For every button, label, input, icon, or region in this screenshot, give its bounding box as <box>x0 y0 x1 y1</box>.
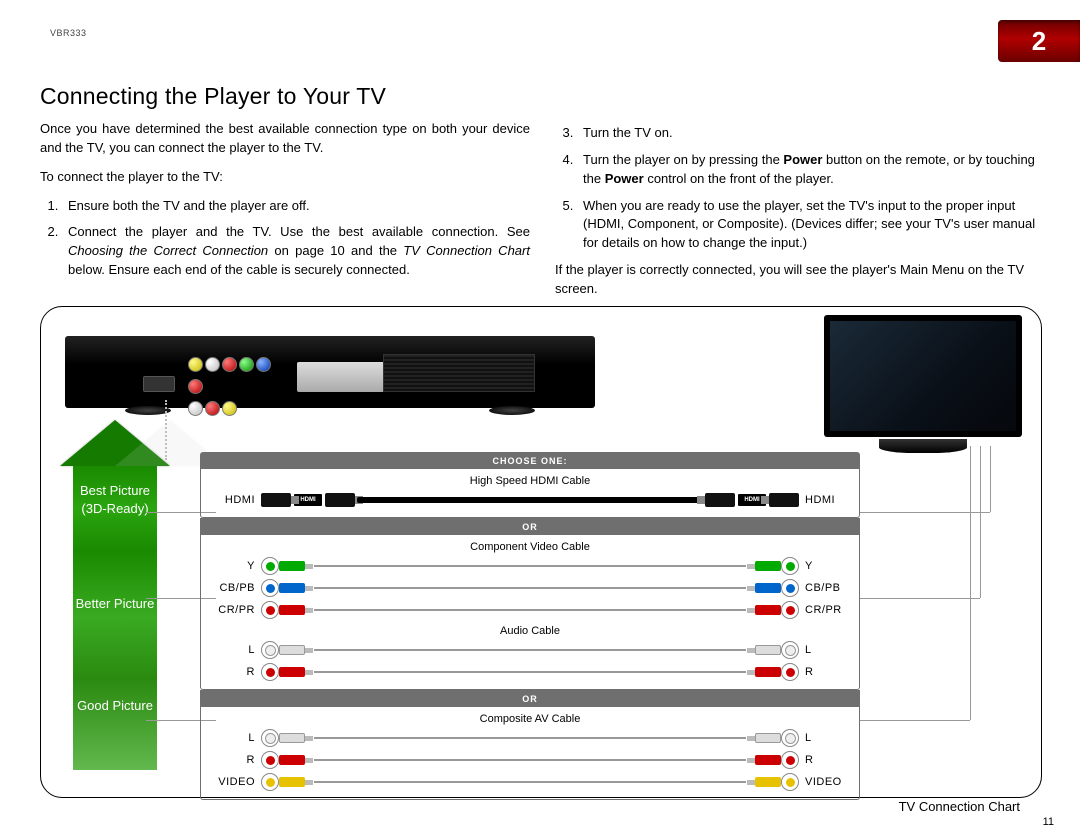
or-bar: OR <box>200 518 860 535</box>
hdmi-plug-icon <box>705 493 735 507</box>
intro-text: Once you have determined the best availa… <box>40 120 530 158</box>
port-r-icon <box>781 663 799 681</box>
port-r-icon <box>261 751 279 769</box>
or-bar: OR <box>200 690 860 707</box>
lead-text: To connect the player to the TV: <box>40 168 530 187</box>
port-video-icon <box>261 773 279 791</box>
rca-plug-green-icon <box>279 561 313 571</box>
port-y-icon <box>261 557 279 575</box>
right-column: Turn the TV on. Turn the player on by pr… <box>555 120 1040 309</box>
rca-plug-white-icon <box>279 733 313 743</box>
composite-box: Composite AV Cable L L R R VIDEO <box>200 707 860 800</box>
arrow-best: Best Picture (3D-Ready) <box>73 482 157 517</box>
port-crpr-icon <box>781 601 799 619</box>
port-r-icon <box>261 663 279 681</box>
player-vent-icon <box>383 354 535 392</box>
hdmi-label-right: HDMI <box>799 494 855 506</box>
rca-plug-white-icon <box>747 733 781 743</box>
rca-plug-yellow-icon <box>279 777 313 787</box>
choose-one-bar: CHOOSE ONE: <box>200 452 860 469</box>
rca-plug-red-icon <box>747 605 781 615</box>
rca-plug-red-icon <box>747 667 781 677</box>
connector-line <box>860 598 980 599</box>
port-r-icon <box>781 751 799 769</box>
connector-line <box>980 446 981 598</box>
closing-text: If the player is correctly connected, yo… <box>555 261 1040 299</box>
player-foot <box>489 406 535 415</box>
port-l-icon <box>781 641 799 659</box>
rca-plug-red-icon <box>279 667 313 677</box>
rca-plug-green-icon <box>747 561 781 571</box>
player-rca-cluster-icon <box>187 356 272 401</box>
left-column: Once you have determined the best availa… <box>40 120 530 288</box>
port-l-icon <box>261 729 279 747</box>
hdmi-port-icon <box>769 493 799 507</box>
rca-plug-white-icon <box>747 645 781 655</box>
chart-caption: TV Connection Chart <box>899 799 1020 814</box>
model-code: VBR333 <box>50 28 87 38</box>
rca-plug-red-icon <box>747 755 781 765</box>
connection-options: CHOOSE ONE: High Speed HDMI Cable HDMI H… <box>200 452 860 800</box>
hdmi-label-left: HDMI <box>205 494 261 506</box>
component-box: Component Video Cable Y Y CB/PB CB/PB <box>200 535 860 690</box>
hdmi-plug-icon <box>325 493 355 507</box>
port-l-icon <box>781 729 799 747</box>
steps-right: Turn the TV on. Turn the player on by pr… <box>555 124 1040 253</box>
step-2: Connect the player and the TV. Use the b… <box>62 223 530 280</box>
port-cbpb-icon <box>261 579 279 597</box>
hdmi-port-icon <box>261 493 291 507</box>
arrow-head-icon <box>60 420 170 466</box>
chapter-tab: 2 <box>998 20 1080 62</box>
step-5: When you are ready to use the player, se… <box>577 197 1040 254</box>
connector-line <box>860 720 970 721</box>
rca-plug-yellow-icon <box>747 777 781 787</box>
port-cbpb-icon <box>781 579 799 597</box>
tv-icon <box>824 315 1022 455</box>
step-4: Turn the player on by pressing the Power… <box>577 151 1040 189</box>
connector-line <box>990 446 991 512</box>
arrow-better: Better Picture <box>73 596 157 611</box>
player-hdmi-port-icon <box>143 376 175 392</box>
rca-plug-red-icon <box>279 755 313 765</box>
steps-left: Ensure both the TV and the player are of… <box>40 197 530 280</box>
rca-plug-blue-icon <box>279 583 313 593</box>
audio-title: Audio Cable <box>205 625 855 637</box>
rca-plug-white-icon <box>279 645 313 655</box>
hdmi-box: High Speed HDMI Cable HDMI HDMI HDMI HDM… <box>200 469 860 518</box>
port-crpr-icon <box>261 601 279 619</box>
page-number: 11 <box>1043 816 1054 828</box>
quality-arrow: Best Picture (3D-Ready) Better Picture G… <box>60 420 170 770</box>
port-video-icon <box>781 773 799 791</box>
rca-plug-red-icon <box>279 605 313 615</box>
component-title: Component Video Cable <box>205 541 855 553</box>
rca-plug-blue-icon <box>747 583 781 593</box>
step-3: Turn the TV on. <box>577 124 1040 143</box>
section-title: Connecting the Player to Your TV <box>40 83 386 110</box>
step-1: Ensure both the TV and the player are of… <box>62 197 530 216</box>
hdmi-cable-icon <box>357 497 703 503</box>
composite-title: Composite AV Cable <box>205 713 855 725</box>
arrow-good: Good Picture <box>73 698 157 713</box>
hdmi-cable-title: High Speed HDMI Cable <box>205 475 855 487</box>
bluray-player-icon <box>65 336 595 408</box>
port-y-icon <box>781 557 799 575</box>
port-l-icon <box>261 641 279 659</box>
connector-line <box>970 446 971 720</box>
